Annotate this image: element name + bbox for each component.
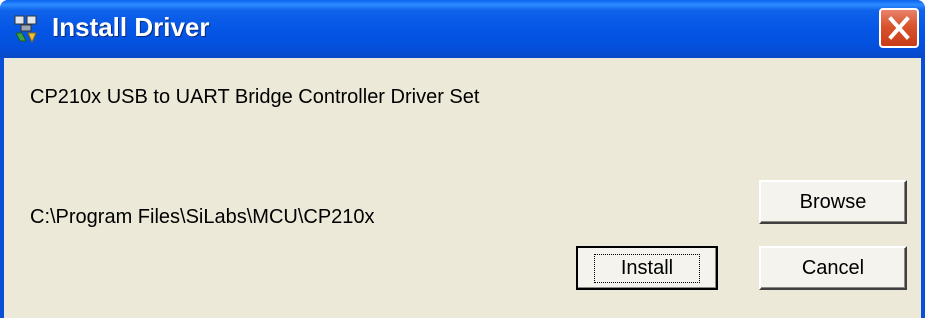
browse-button[interactable]: Browse	[759, 180, 907, 224]
install-button[interactable]: Install	[576, 246, 718, 290]
driver-install-icon	[14, 15, 37, 44]
window-title: Install Driver	[52, 12, 210, 42]
close-button[interactable]	[879, 8, 919, 48]
dialog-body: CP210x USB to UART Bridge Controller Dri…	[4, 58, 921, 318]
driver-description: CP210x USB to UART Bridge Controller Dri…	[30, 86, 480, 108]
close-icon	[888, 16, 910, 40]
browse-button-label: Browse	[799, 190, 867, 213]
install-path-label: C:\Program Files\SiLabs\MCU\CP210x	[30, 206, 375, 228]
cancel-button[interactable]: Cancel	[759, 246, 907, 290]
title-bar[interactable]: Install Driver	[0, 0, 925, 58]
install-driver-window: Install Driver CP210x USB to UART Bridge…	[0, 0, 925, 318]
cancel-button-label: Cancel	[801, 256, 865, 279]
install-button-label: Install	[593, 253, 701, 283]
